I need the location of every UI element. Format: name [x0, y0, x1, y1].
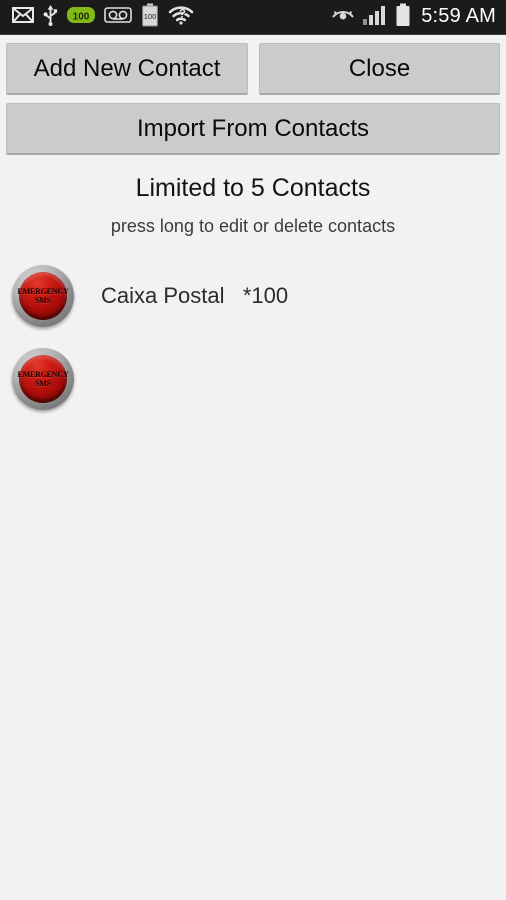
primary-button-row: Add New Contact Close [0, 35, 506, 95]
list-item[interactable]: EMERGENCY SMS [0, 338, 506, 421]
status-bar-clock: 5:59 AM [421, 5, 496, 27]
wifi-unknown-icon: ? ? [168, 5, 194, 30]
usb-icon [43, 4, 58, 31]
contact-list: EMERGENCY SMS Caixa Postal *100 EMERGENC… [0, 237, 506, 421]
contact-label[interactable]: Caixa Postal *100 [74, 283, 288, 309]
close-button[interactable]: Close [259, 43, 500, 95]
mail-icon [12, 6, 34, 28]
emergency-sms-label-line2: SMS [35, 296, 51, 305]
status-bar[interactable]: 100 100 ? ? 5:59 AM [0, 0, 506, 35]
svg-text:100: 100 [144, 12, 157, 21]
status-bar-left-icons: 100 100 ? ? [0, 3, 194, 32]
svg-text:?: ? [179, 8, 186, 20]
info-block: Limited to 5 Contacts press long to edit… [0, 155, 506, 237]
svg-text:100: 100 [73, 11, 90, 22]
voicemail-icon [104, 6, 132, 29]
list-item[interactable]: EMERGENCY SMS Caixa Postal *100 [0, 255, 506, 338]
status-bar-right-icons: 5:59 AM [331, 3, 506, 32]
emergency-sms-label-line1: EMERGENCY [17, 370, 69, 379]
battery-charge-badge-icon: 100 [67, 6, 95, 29]
smart-stay-eye-icon [331, 7, 355, 28]
secondary-button-row: Import From Contacts [0, 95, 506, 155]
signal-bars-icon [363, 5, 387, 30]
emergency-sms-button[interactable]: EMERGENCY SMS [12, 265, 74, 327]
emergency-sms-label-line1: EMERGENCY [17, 287, 69, 296]
battery-level-icon: 100 [141, 3, 159, 32]
import-from-contacts-button[interactable]: Import From Contacts [6, 103, 500, 155]
emergency-sms-label-line2: SMS [35, 379, 51, 388]
contact-limit-title: Limited to 5 Contacts [135, 174, 371, 202]
emergency-sms-button-label: EMERGENCY SMS [17, 370, 68, 388]
emergency-sms-button[interactable]: EMERGENCY SMS [12, 348, 74, 410]
add-new-contact-button[interactable]: Add New Contact [6, 43, 248, 95]
emergency-sms-button-label: EMERGENCY SMS [17, 287, 68, 305]
contact-limit-subtitle: press long to edit or delete contacts [110, 215, 396, 236]
battery-full-icon [395, 3, 411, 32]
